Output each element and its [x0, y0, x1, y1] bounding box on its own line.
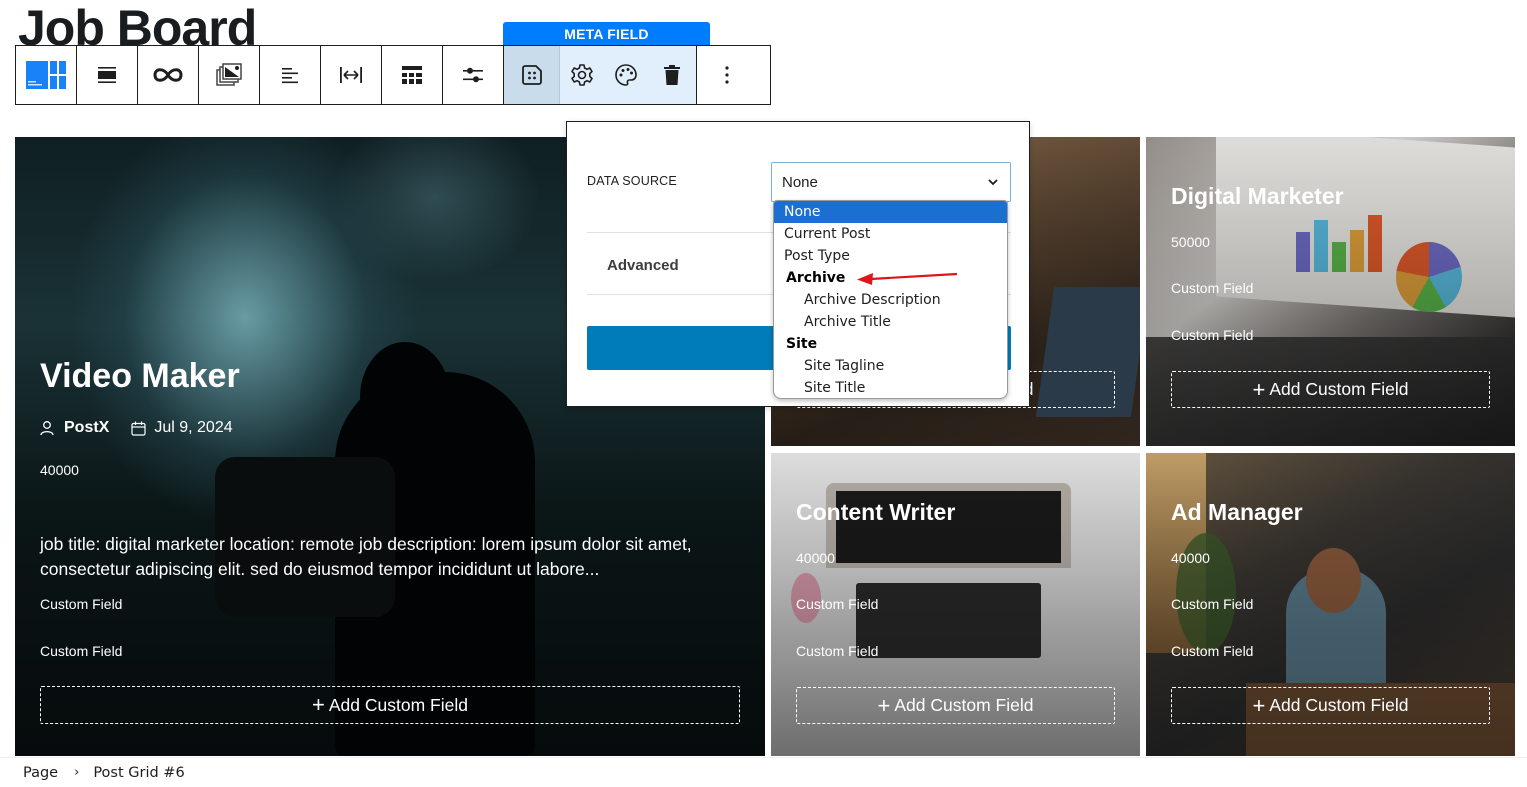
align-full-icon — [98, 67, 116, 83]
custom-field[interactable]: Custom Field — [1171, 643, 1253, 659]
width-arrows-icon — [340, 67, 362, 83]
add-custom-field-button[interactable]: +Add Custom Field — [796, 687, 1115, 724]
card-author[interactable]: PostX — [64, 419, 109, 437]
option-archive-description[interactable]: Archive Description — [774, 289, 1007, 311]
optgroup-site: Site — [786, 336, 818, 352]
meta-delete-button[interactable] — [648, 46, 696, 104]
trash-icon — [664, 65, 680, 85]
text-align-left-icon — [282, 68, 298, 84]
card-salary: 40000 — [1171, 550, 1210, 566]
add-custom-field-button[interactable]: +Add Custom Field — [1171, 371, 1490, 408]
page-title: Job Board — [18, 0, 257, 46]
plus-icon: + — [877, 692, 891, 718]
user-icon — [40, 421, 54, 436]
card-excerpt: job title: digital marketer location: re… — [40, 534, 692, 579]
advanced-panel-toggle[interactable]: Advanced — [607, 257, 679, 274]
custom-field[interactable]: Custom Field — [796, 643, 878, 659]
plus-icon: + — [1252, 376, 1266, 402]
custom-field[interactable]: Custom Field — [1171, 596, 1253, 612]
sliders-icon — [463, 67, 483, 83]
settings-button[interactable] — [443, 46, 504, 104]
layout-icon — [402, 66, 422, 84]
option-post-type[interactable]: Post Type — [774, 245, 1007, 267]
data-source-select[interactable]: None — [771, 162, 1011, 202]
custom-field[interactable]: Custom Field — [40, 643, 122, 659]
media-button[interactable] — [199, 46, 260, 104]
card-salary: 40000 — [796, 550, 835, 566]
calendar-icon — [131, 421, 146, 436]
annotation-arrow-icon — [857, 272, 958, 285]
layout-button[interactable] — [382, 46, 443, 104]
card-salary: 50000 — [1171, 234, 1210, 250]
plus-icon: + — [1252, 692, 1266, 718]
block-toolbar — [15, 45, 771, 105]
meta-field-toolbar-group — [504, 46, 697, 104]
vertical-ellipsis-icon — [725, 66, 729, 84]
block-type-button[interactable] — [16, 46, 77, 104]
post-card[interactable]: Digital Marketer 50000 Custom Field Cust… — [1146, 137, 1515, 446]
meta-field-label: META FIELD — [503, 22, 710, 46]
plus-icon: + — [312, 692, 325, 717]
post-card[interactable]: Content Writer 40000 Custom Field Custom… — [771, 453, 1140, 756]
link-button[interactable] — [138, 46, 199, 104]
custom-field[interactable]: Custom Field — [1171, 327, 1253, 343]
custom-field[interactable]: Custom Field — [40, 596, 122, 612]
meta-style-button[interactable] — [604, 46, 648, 104]
option-site-title[interactable]: Site Title — [774, 377, 1007, 398]
option-archive-title[interactable]: Archive Title — [774, 311, 1007, 333]
data-source-label: DATA SOURCE — [587, 174, 677, 188]
post-card[interactable]: Ad Manager 40000 Custom Field Custom Fie… — [1146, 453, 1515, 756]
align-button[interactable] — [77, 46, 138, 104]
add-custom-field-button[interactable]: +Add Custom Field — [1171, 687, 1490, 724]
add-custom-field-button[interactable]: +Add Custom Field — [40, 686, 740, 724]
data-source-options: None Current Post Post Type Archive Arch… — [773, 200, 1008, 399]
palette-icon — [615, 64, 637, 86]
card-title[interactable]: Video Maker — [40, 357, 240, 396]
chevron-right-icon: › — [74, 765, 80, 780]
custom-field[interactable]: Custom Field — [796, 596, 878, 612]
card-title[interactable]: Ad Manager — [1171, 499, 1303, 526]
card-title[interactable]: Content Writer — [796, 499, 955, 526]
meta-field-icon — [521, 65, 542, 85]
meta-field-button[interactable] — [504, 46, 560, 104]
option-current-post[interactable]: Current Post — [774, 223, 1007, 245]
width-button[interactable] — [321, 46, 382, 104]
breadcrumb-item[interactable]: Post Grid #6 — [93, 765, 184, 781]
breadcrumb-item[interactable]: Page — [23, 765, 58, 781]
card-title[interactable]: Digital Marketer — [1171, 183, 1344, 210]
infinity-icon — [153, 68, 183, 82]
post-grid-icon — [26, 61, 66, 89]
card-date: Jul 9, 2024 — [154, 419, 233, 436]
gear-icon — [571, 64, 593, 86]
text-align-button[interactable] — [260, 46, 321, 104]
option-site-tagline[interactable]: Site Tagline — [774, 355, 1007, 377]
custom-field[interactable]: Custom Field — [1171, 280, 1253, 296]
chevron-down-icon — [988, 179, 998, 186]
breadcrumb: Page › Post Grid #6 — [0, 757, 1527, 787]
option-none[interactable]: None — [774, 201, 1007, 223]
meta-settings-button[interactable] — [560, 46, 604, 104]
more-options-button[interactable] — [697, 46, 757, 104]
card-meta: PostX Jul 9, 2024 — [40, 419, 233, 437]
gallery-icon — [216, 63, 242, 86]
card-salary: 40000 — [40, 462, 79, 478]
